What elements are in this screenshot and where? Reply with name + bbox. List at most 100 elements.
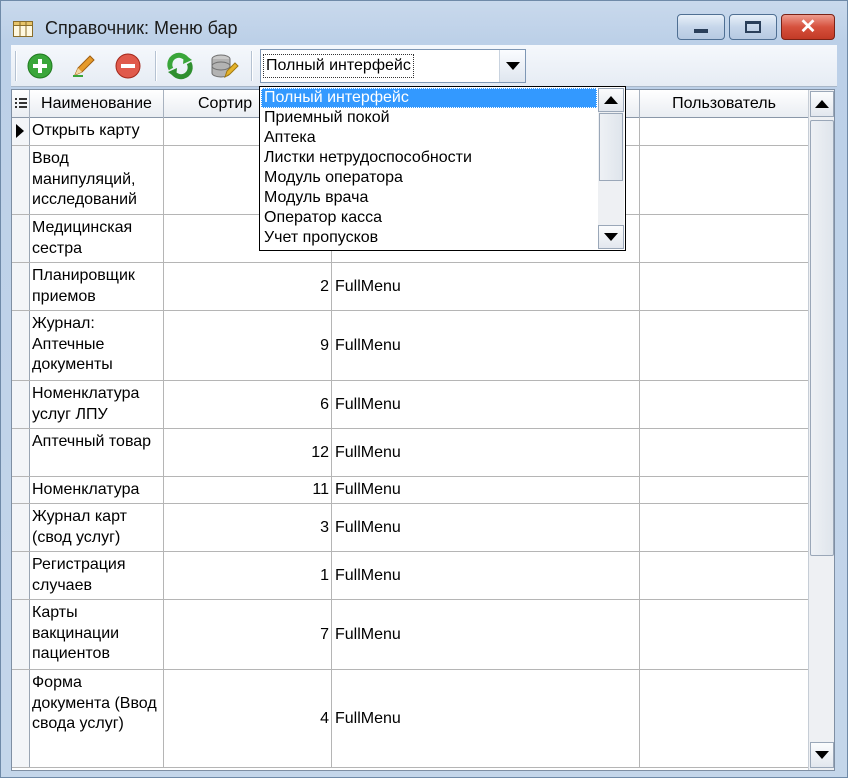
cell-name[interactable]: Журнал: Аптечные документы: [30, 311, 164, 380]
cell-name[interactable]: Номенклатура услуг ЛПУ: [30, 381, 164, 428]
cell-sort[interactable]: 6: [164, 381, 332, 428]
row-indicator[interactable]: [12, 670, 30, 767]
cell-name[interactable]: Форма документа (Ввод свода услуг): [30, 670, 164, 767]
cell-user[interactable]: [640, 381, 808, 428]
row-indicator[interactable]: [12, 381, 30, 428]
dropdown-option[interactable]: Оператор касса: [261, 208, 597, 228]
cell-sort[interactable]: 1: [164, 552, 332, 599]
column-header-user[interactable]: Пользователь: [640, 90, 808, 118]
maximize-button[interactable]: [729, 14, 777, 40]
row-indicator[interactable]: [12, 118, 30, 145]
cell-sort[interactable]: 2: [164, 263, 332, 310]
cell-menu[interactable]: FullMenu: [332, 600, 640, 669]
row-indicator[interactable]: [12, 311, 30, 380]
cell-name[interactable]: Планировщик приемов: [30, 263, 164, 310]
cell-name[interactable]: Карты вакцинации пациентов: [30, 600, 164, 669]
cell-user[interactable]: [640, 118, 808, 145]
cell-name[interactable]: Медицинская сестра: [30, 215, 164, 262]
table-row[interactable]: Форма документа (Ввод свода услуг) 4 Ful…: [12, 670, 808, 768]
refresh-button[interactable]: [165, 51, 195, 81]
title-bar[interactable]: Справочник: Меню бар ✕: [1, 1, 847, 45]
cell-menu[interactable]: FullMenu: [332, 477, 640, 503]
row-indicator[interactable]: [12, 504, 30, 551]
cell-name[interactable]: Журнал карт (свод услуг): [30, 504, 164, 551]
column-header-name[interactable]: Наименование: [30, 90, 164, 118]
cell-user[interactable]: [640, 215, 808, 262]
interface-select[interactable]: Полный интерфейс: [260, 49, 526, 83]
table-row[interactable]: Аптечный товар 12 FullMenu: [12, 429, 808, 477]
cell-menu[interactable]: FullMenu: [332, 381, 640, 428]
dropdown-scroll-thumb[interactable]: [599, 113, 623, 181]
table-row[interactable]: Журнал карт (свод услуг) 3 FullMenu: [12, 504, 808, 552]
cell-name[interactable]: Открыть карту: [30, 118, 164, 145]
cell-user[interactable]: [640, 504, 808, 551]
table-row[interactable]: Номенклатура 11 FullMenu: [12, 477, 808, 504]
table-row[interactable]: Планировщик приемов 2 FullMenu: [12, 263, 808, 311]
dropdown-option[interactable]: Приемный покой: [261, 108, 597, 128]
table-row[interactable]: Регистрация случаев 1 FullMenu: [12, 552, 808, 600]
edit-button[interactable]: [69, 51, 99, 81]
cell-menu[interactable]: FullMenu: [332, 504, 640, 551]
cell-user[interactable]: [640, 552, 808, 599]
cell-user[interactable]: [640, 263, 808, 310]
cell-menu[interactable]: FullMenu: [332, 311, 640, 380]
cell-sort[interactable]: 3: [164, 504, 332, 551]
filter-button[interactable]: [209, 51, 239, 81]
dropdown-option[interactable]: Модуль врача: [261, 188, 597, 208]
interface-dropdown-list[interactable]: Полный интерфейс Приемный покой Аптека Л…: [259, 86, 626, 251]
close-button[interactable]: ✕: [781, 14, 835, 40]
cell-sort[interactable]: 9: [164, 311, 332, 380]
chevron-down-icon: [505, 62, 520, 70]
scroll-thumb[interactable]: [810, 120, 834, 556]
row-indicator[interactable]: [12, 215, 30, 262]
close-icon: ✕: [799, 16, 817, 38]
row-indicator[interactable]: [12, 146, 30, 214]
cell-user[interactable]: [640, 600, 808, 669]
minimize-button[interactable]: [677, 14, 725, 40]
cell-sort[interactable]: 11: [164, 477, 332, 503]
scroll-up-button[interactable]: [810, 91, 834, 117]
cell-menu[interactable]: FullMenu: [332, 263, 640, 310]
dropdown-option[interactable]: Аптека: [261, 128, 597, 148]
interface-select-arrow[interactable]: [499, 50, 525, 82]
row-indicator[interactable]: [12, 477, 30, 503]
row-indicator[interactable]: [12, 263, 30, 310]
row-indicator[interactable]: [12, 600, 30, 669]
scroll-down-button[interactable]: [810, 742, 834, 768]
cell-user[interactable]: [640, 146, 808, 214]
toolbar-separator: [251, 51, 253, 81]
cell-name[interactable]: Аптечный товар: [30, 429, 164, 476]
row-indicator[interactable]: [12, 552, 30, 599]
row-selector-header[interactable]: [12, 90, 30, 118]
table-row[interactable]: Номенклатура услуг ЛПУ 6 FullMenu: [12, 381, 808, 429]
cell-menu[interactable]: FullMenu: [332, 670, 640, 767]
row-indicator[interactable]: [12, 429, 30, 476]
table-row[interactable]: Журнал: Аптечные документы 9 FullMenu: [12, 311, 808, 381]
cell-name[interactable]: Ввод манипуляций, исследований: [30, 146, 164, 214]
dropdown-option[interactable]: Учет пропусков: [261, 228, 597, 248]
dropdown-scrollbar[interactable]: [598, 88, 624, 249]
minimize-icon: [694, 29, 708, 33]
cell-user[interactable]: [640, 477, 808, 503]
cell-sort[interactable]: 12: [164, 429, 332, 476]
cell-menu[interactable]: FullMenu: [332, 552, 640, 599]
dropdown-option[interactable]: Листки нетрудоспособности: [261, 148, 597, 168]
cell-user[interactable]: [640, 429, 808, 476]
grid-vertical-scrollbar[interactable]: [808, 90, 834, 770]
cell-menu[interactable]: FullMenu: [332, 429, 640, 476]
cell-sort[interactable]: 4: [164, 670, 332, 767]
cell-sort[interactable]: 7: [164, 600, 332, 669]
cell-user[interactable]: [640, 670, 808, 767]
chevron-down-icon: [815, 751, 829, 759]
cell-user[interactable]: [640, 311, 808, 380]
add-button[interactable]: [25, 51, 55, 81]
cell-name[interactable]: Номенклатура: [30, 477, 164, 503]
dropdown-option[interactable]: Полный интерфейс: [261, 88, 597, 108]
current-row-icon: [16, 124, 24, 138]
cell-name[interactable]: Регистрация случаев: [30, 552, 164, 599]
dropdown-scroll-up-button[interactable]: [598, 88, 624, 112]
dropdown-option[interactable]: Модуль оператора: [261, 168, 597, 188]
delete-button[interactable]: [113, 51, 143, 81]
dropdown-scroll-down-button[interactable]: [598, 225, 624, 249]
table-row[interactable]: Карты вакцинации пациентов 7 FullMenu: [12, 600, 808, 670]
